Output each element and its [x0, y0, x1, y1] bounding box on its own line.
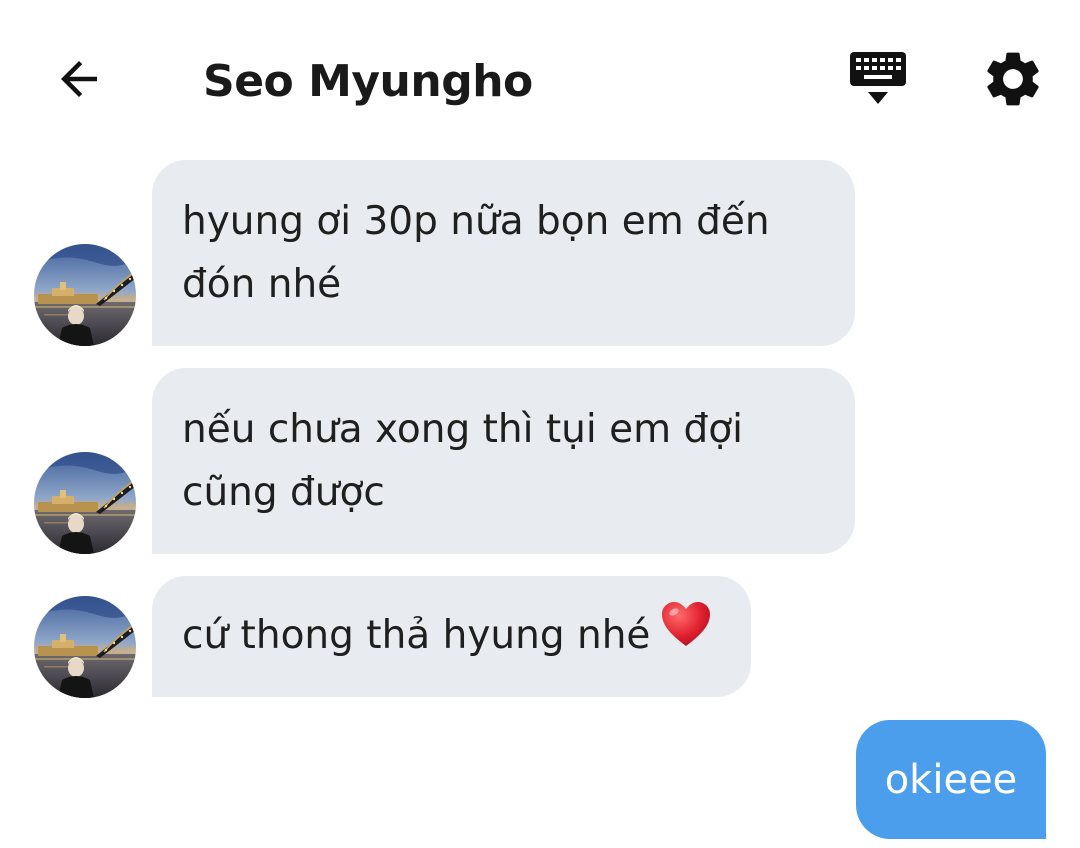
message-text-line: nếu chưa xong thì tụi em đợi: [182, 407, 743, 452]
contact-name: Seo Myungho: [203, 56, 533, 107]
heart-emoji: [660, 600, 712, 667]
contact-avatar[interactable]: [34, 596, 136, 698]
message-text: cứ thong thả hyung nhé: [182, 613, 651, 658]
message-text-line: hyung ơi 30p nữa bọn em đến: [182, 199, 770, 244]
message-bubble-incoming[interactable]: cứ thong thả hyung nhé: [152, 576, 751, 697]
message-bubble-outgoing[interactable]: okieee: [856, 720, 1046, 839]
settings-button[interactable]: [980, 46, 1046, 112]
message-text-line: cũng được: [182, 470, 385, 515]
message-text: okieee: [884, 756, 1018, 803]
back-button[interactable]: [48, 48, 110, 110]
keyboard-toggle-button[interactable]: [844, 46, 910, 112]
contact-avatar[interactable]: [34, 244, 136, 346]
message-bubble-incoming[interactable]: hyung ơi 30p nữa bọn em đến đón nhé: [152, 160, 855, 346]
contact-avatar[interactable]: [34, 452, 136, 554]
message-text-line: cứ thong thả hyung nhé: [182, 602, 751, 671]
gear-icon: [987, 52, 1039, 106]
keyboard-hide-icon: [850, 52, 906, 104]
message-bubble-incoming[interactable]: nếu chưa xong thì tụi em đợi cũng được: [152, 368, 855, 554]
arrow-left-icon: [61, 61, 97, 97]
chat-header: Seo Myungho: [0, 0, 1080, 160]
message-text-line: đón nhé: [182, 262, 342, 307]
